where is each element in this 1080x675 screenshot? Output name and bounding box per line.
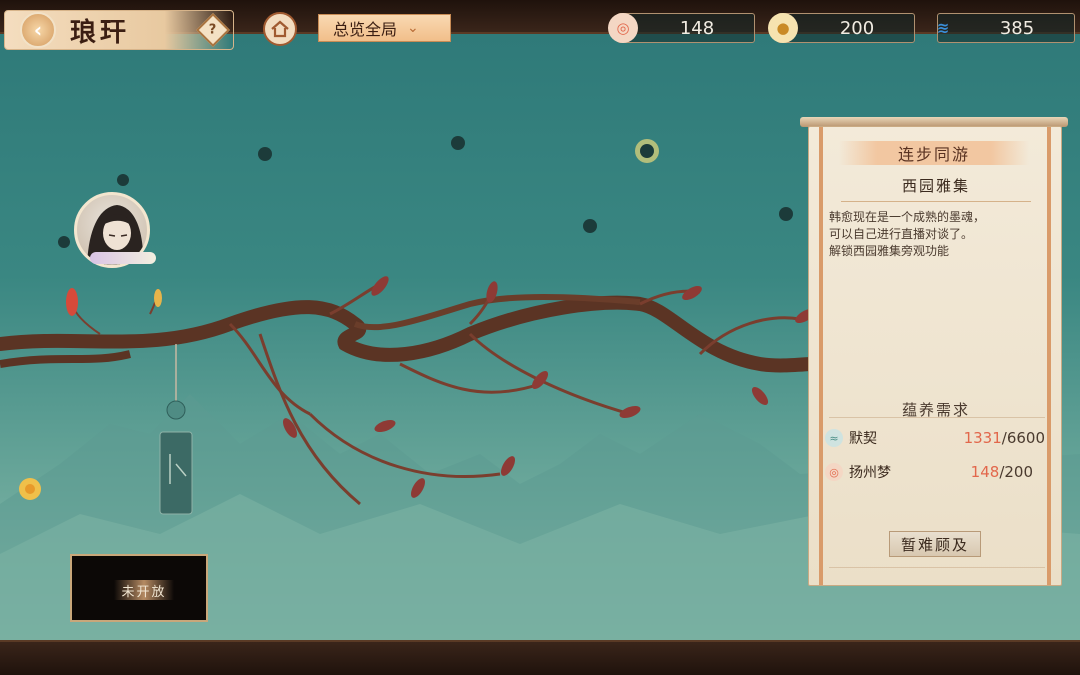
overview-label: 总览全局 <box>333 20 398 39</box>
back-arrow-icon: ‹ <box>33 18 43 42</box>
red-swirl-icon: ◎ <box>825 463 843 481</box>
panel-subtitle: 西园雅集 <box>901 177 970 195</box>
description-line: 韩愈现在是一个成熟的墨魂， <box>829 210 986 224</box>
help-icon: ? <box>209 22 217 38</box>
requirement-name: 扬州梦 <box>849 465 891 481</box>
description-line: 解锁西园雅集旁观功能 <box>829 244 950 258</box>
overview-dropdown[interactable]: 总览全局 ⌄ <box>318 14 451 42</box>
resource-value: 200 <box>839 17 875 39</box>
divider <box>841 201 1031 202</box>
requirement-row: ≈ 默契 1331/6600 <box>825 427 1045 449</box>
requirement-row: ◎ 扬州梦 148/200 <box>825 461 1045 483</box>
requirement-current: 148 <box>970 463 1000 481</box>
requirement-value: 148/200 <box>971 463 1033 481</box>
divider <box>829 417 1045 418</box>
divider <box>829 567 1045 568</box>
description-line: 可以自己进行直播对谈了。 <box>829 227 974 241</box>
requirement-value: 1331/6600 <box>964 429 1045 447</box>
bottom-frame <box>0 640 1080 675</box>
requirement-current: 1331 <box>963 429 1002 447</box>
resource-value: 385 <box>999 17 1035 39</box>
back-button[interactable]: ‹ <box>20 12 56 48</box>
red-swirl-icon: ◎ <box>608 13 638 43</box>
panel-header: 连步同游 <box>839 141 1029 165</box>
unavailable-button[interactable]: 暂难顾及 <box>889 531 981 557</box>
avatar-nameplate <box>90 252 156 264</box>
resource-counter-blue: ≋ 385 <box>937 13 1075 43</box>
requirement-name: 默契 <box>849 431 877 447</box>
home-button[interactable] <box>263 12 297 46</box>
shell-icon: ≈ <box>825 429 843 447</box>
panel-description: 韩愈现在是一个成熟的墨魂， 可以自己进行直播对谈了。 解锁西园雅集旁观功能 <box>829 209 1049 260</box>
chevron-down-icon: ⌄ <box>407 20 419 36</box>
page-title: 琅玕 <box>70 18 131 48</box>
locked-feature-box[interactable]: 未开放 <box>70 554 208 622</box>
resource-value: 148 <box>679 17 715 39</box>
locked-label: 未开放 <box>114 580 174 600</box>
gold-coin-icon: ● <box>768 13 798 43</box>
requirement-max: /6600 <box>1001 429 1045 447</box>
blue-wave-icon: ≋ <box>936 19 950 37</box>
requirement-max: /200 <box>999 463 1033 481</box>
home-icon <box>271 20 289 38</box>
resource-counter-red: ◎ 148 <box>608 13 755 43</box>
resource-counter-gold: ● 200 <box>768 13 915 43</box>
info-scroll-panel: 连步同游 西园雅集 韩愈现在是一个成熟的墨魂， 可以自己进行直播对谈了。 解锁西… <box>808 126 1062 586</box>
